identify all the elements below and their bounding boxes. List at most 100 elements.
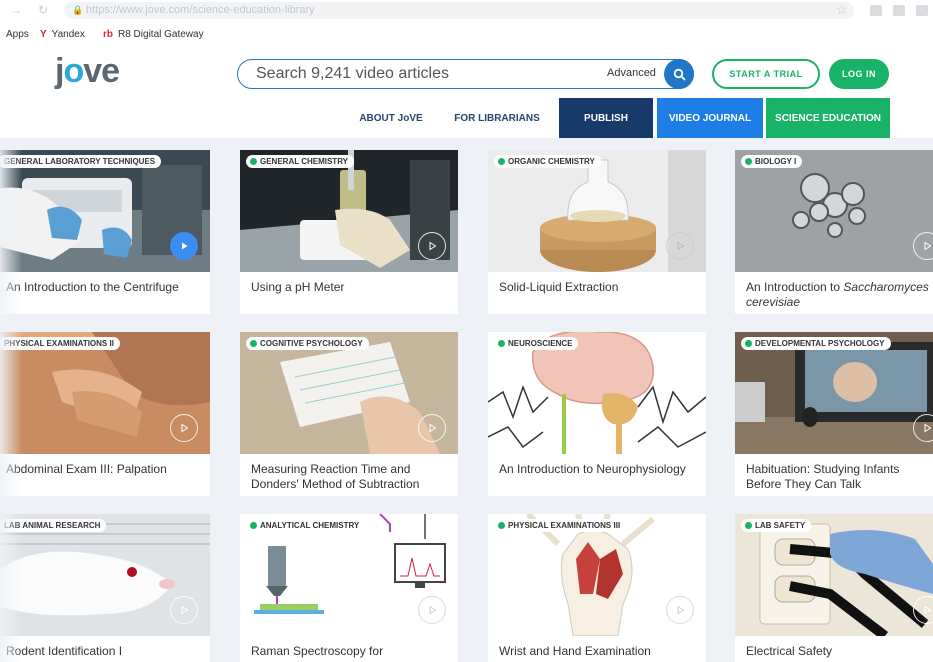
start-trial-button[interactable]: START A TRIAL	[712, 59, 820, 89]
category-dot-icon	[498, 522, 505, 529]
edge-fade	[0, 138, 22, 662]
video-thumbnail[interactable]: ANALYTICAL CHEMISTRY	[240, 514, 458, 636]
search-box: Advanced	[237, 59, 694, 89]
video-card-wrist-hand[interactable]: PHYSICAL EXAMINATIONS III Wrist and Hand…	[488, 514, 706, 662]
play-button[interactable]	[666, 232, 694, 260]
login-button[interactable]: LOG IN	[829, 59, 889, 89]
nav-science-education[interactable]: SCIENCE EDUCATION	[766, 98, 890, 138]
video-card-raman[interactable]: ANALYTICAL CHEMISTRY Raman Spectroscopy …	[240, 514, 458, 662]
video-thumbnail[interactable]: COGNITIVE PSYCHOLOGY	[240, 332, 458, 454]
nav-librarians[interactable]: FOR LIBRARIANS	[447, 98, 547, 138]
yandex-icon: Y	[40, 29, 47, 40]
search-input[interactable]	[256, 62, 586, 86]
play-button[interactable]	[418, 596, 446, 624]
video-title[interactable]: An Introduction to the Centrifuge	[6, 280, 211, 295]
video-card-reaction-time[interactable]: COGNITIVE PSYCHOLOGY Measuring Reaction …	[240, 332, 458, 496]
nav-about[interactable]: ABOUT JoVE	[350, 98, 432, 138]
bookmark-star-icon[interactable]: ☆	[836, 2, 848, 18]
play-icon	[429, 241, 437, 251]
url-text: https://www.jove.com/science-education-l…	[86, 4, 315, 16]
video-title[interactable]: Rodent Identification I	[6, 644, 211, 659]
video-title[interactable]: Wrist and Hand Examination	[499, 644, 704, 659]
reload-icon[interactable]: ↻	[38, 3, 48, 17]
advanced-search-link[interactable]: Advanced	[607, 67, 656, 79]
main-nav: ABOUT JoVE FOR LIBRARIANS PUBLISH VIDEO …	[0, 98, 933, 138]
category-dot-icon	[498, 340, 505, 347]
video-card-extraction[interactable]: ORGANIC CHEMISTRY Solid-Liquid Extractio…	[488, 150, 706, 314]
video-card-yeast[interactable]: BIOLOGY I An Introduction to Saccharomyc…	[735, 150, 933, 314]
bookmark-yandex[interactable]: Y Yandex	[40, 26, 85, 44]
category-dot-icon	[745, 522, 752, 529]
category-tag: GENERAL CHEMISTRY	[246, 155, 355, 168]
video-title[interactable]: Electrical Safety	[746, 644, 932, 659]
video-card-habituation[interactable]: DEVELOPMENTAL PSYCHOLOGY Habituation: St…	[735, 332, 933, 496]
play-button[interactable]	[913, 414, 933, 442]
video-card-centrifuge[interactable]: GENERAL LABORATORY TECHNIQUES An Introdu…	[0, 150, 210, 314]
extension-icon[interactable]	[893, 5, 905, 16]
video-title[interactable]: An Introduction to Neurophysiology	[499, 462, 704, 477]
video-thumbnail[interactable]: GENERAL CHEMISTRY	[240, 150, 458, 272]
video-title[interactable]: Solid-Liquid Extraction	[499, 280, 704, 295]
category-tag: PHYSICAL EXAMINATIONS III	[494, 519, 627, 532]
bookmark-r8[interactable]: rb R8 Digital Gateway	[103, 26, 204, 44]
browser-chrome: → ↻ 🔒 https://www.jove.com/science-educa…	[0, 0, 933, 48]
category-tag: GENERAL LABORATORY TECHNIQUES	[0, 155, 162, 168]
play-button[interactable]	[170, 414, 198, 442]
play-icon	[181, 605, 189, 615]
video-card-ph-meter[interactable]: GENERAL CHEMISTRY Using a pH Meter	[240, 150, 458, 314]
bookmark-apps[interactable]: Apps	[6, 26, 29, 44]
play-icon	[924, 241, 932, 251]
jove-logo[interactable]: jove	[55, 52, 120, 91]
lock-icon: 🔒	[72, 5, 84, 15]
play-button[interactable]	[418, 414, 446, 442]
video-thumbnail[interactable]: PHYSICAL EXAMINATIONS II	[0, 332, 210, 454]
video-title[interactable]: Measuring Reaction Time and Donders' Met…	[251, 462, 456, 492]
video-card-electrical-safety[interactable]: LAB SAFETY Electrical Safety	[735, 514, 933, 662]
play-icon	[924, 423, 932, 433]
category-dot-icon	[498, 158, 505, 165]
video-thumbnail[interactable]: NEUROSCIENCE	[488, 332, 706, 454]
play-icon	[181, 423, 189, 433]
category-tag: LAB SAFETY	[741, 519, 812, 532]
category-dot-icon	[250, 158, 257, 165]
video-card-neurophysiology[interactable]: NEUROSCIENCE An Introduction to Neurophy…	[488, 332, 706, 496]
play-button[interactable]	[170, 596, 198, 624]
nav-video-journal[interactable]: VIDEO JOURNAL	[657, 98, 763, 138]
video-thumbnail[interactable]: GENERAL LABORATORY TECHNIQUES	[0, 150, 210, 272]
category-tag: BIOLOGY I	[741, 155, 803, 168]
play-icon	[924, 605, 932, 615]
play-button[interactable]	[666, 596, 694, 624]
play-button[interactable]	[913, 232, 933, 260]
nav-publish[interactable]: PUBLISH	[559, 98, 653, 138]
play-icon	[677, 241, 685, 251]
video-thumbnail[interactable]: LAB SAFETY	[735, 514, 933, 636]
extension-icon[interactable]	[870, 5, 882, 16]
video-thumbnail[interactable]: DEVELOPMENTAL PSYCHOLOGY	[735, 332, 933, 454]
video-thumbnail[interactable]: ORGANIC CHEMISTRY	[488, 150, 706, 272]
search-button[interactable]	[664, 59, 694, 89]
video-title[interactable]: Raman Spectroscopy for	[251, 644, 456, 659]
play-button[interactable]	[170, 232, 198, 260]
video-thumbnail[interactable]: PHYSICAL EXAMINATIONS III	[488, 514, 706, 636]
site-header: jove Advanced START A TRIAL LOG IN	[0, 48, 933, 98]
category-tag: ORGANIC CHEMISTRY	[494, 155, 601, 168]
play-button[interactable]	[913, 596, 933, 624]
rb-icon: rb	[103, 29, 113, 40]
search-icon	[673, 68, 685, 80]
category-dot-icon	[250, 522, 257, 529]
video-title[interactable]: An Introduction to Saccharomyces cerevis…	[746, 280, 932, 310]
video-thumbnail[interactable]: LAB ANIMAL RESEARCH	[0, 514, 210, 636]
play-button[interactable]	[418, 232, 446, 260]
forward-icon[interactable]: →	[10, 3, 22, 17]
video-title[interactable]: Abdominal Exam III: Palpation	[6, 462, 211, 477]
menu-icon[interactable]	[916, 5, 928, 16]
video-card-abdominal-exam[interactable]: PHYSICAL EXAMINATIONS II Abdominal Exam …	[0, 332, 210, 496]
video-title[interactable]: Habituation: Studying Infants Before The…	[746, 462, 932, 492]
category-dot-icon	[745, 340, 752, 347]
video-card-rodent-id[interactable]: LAB ANIMAL RESEARCH Rodent Identificatio…	[0, 514, 210, 662]
video-title[interactable]: Using a pH Meter	[251, 280, 456, 295]
address-row: → ↻ 🔒 https://www.jove.com/science-educa…	[0, 0, 933, 22]
video-thumbnail[interactable]: BIOLOGY I	[735, 150, 933, 272]
address-bar[interactable]: 🔒 https://www.jove.com/science-education…	[64, 2, 854, 19]
category-dot-icon	[250, 340, 257, 347]
